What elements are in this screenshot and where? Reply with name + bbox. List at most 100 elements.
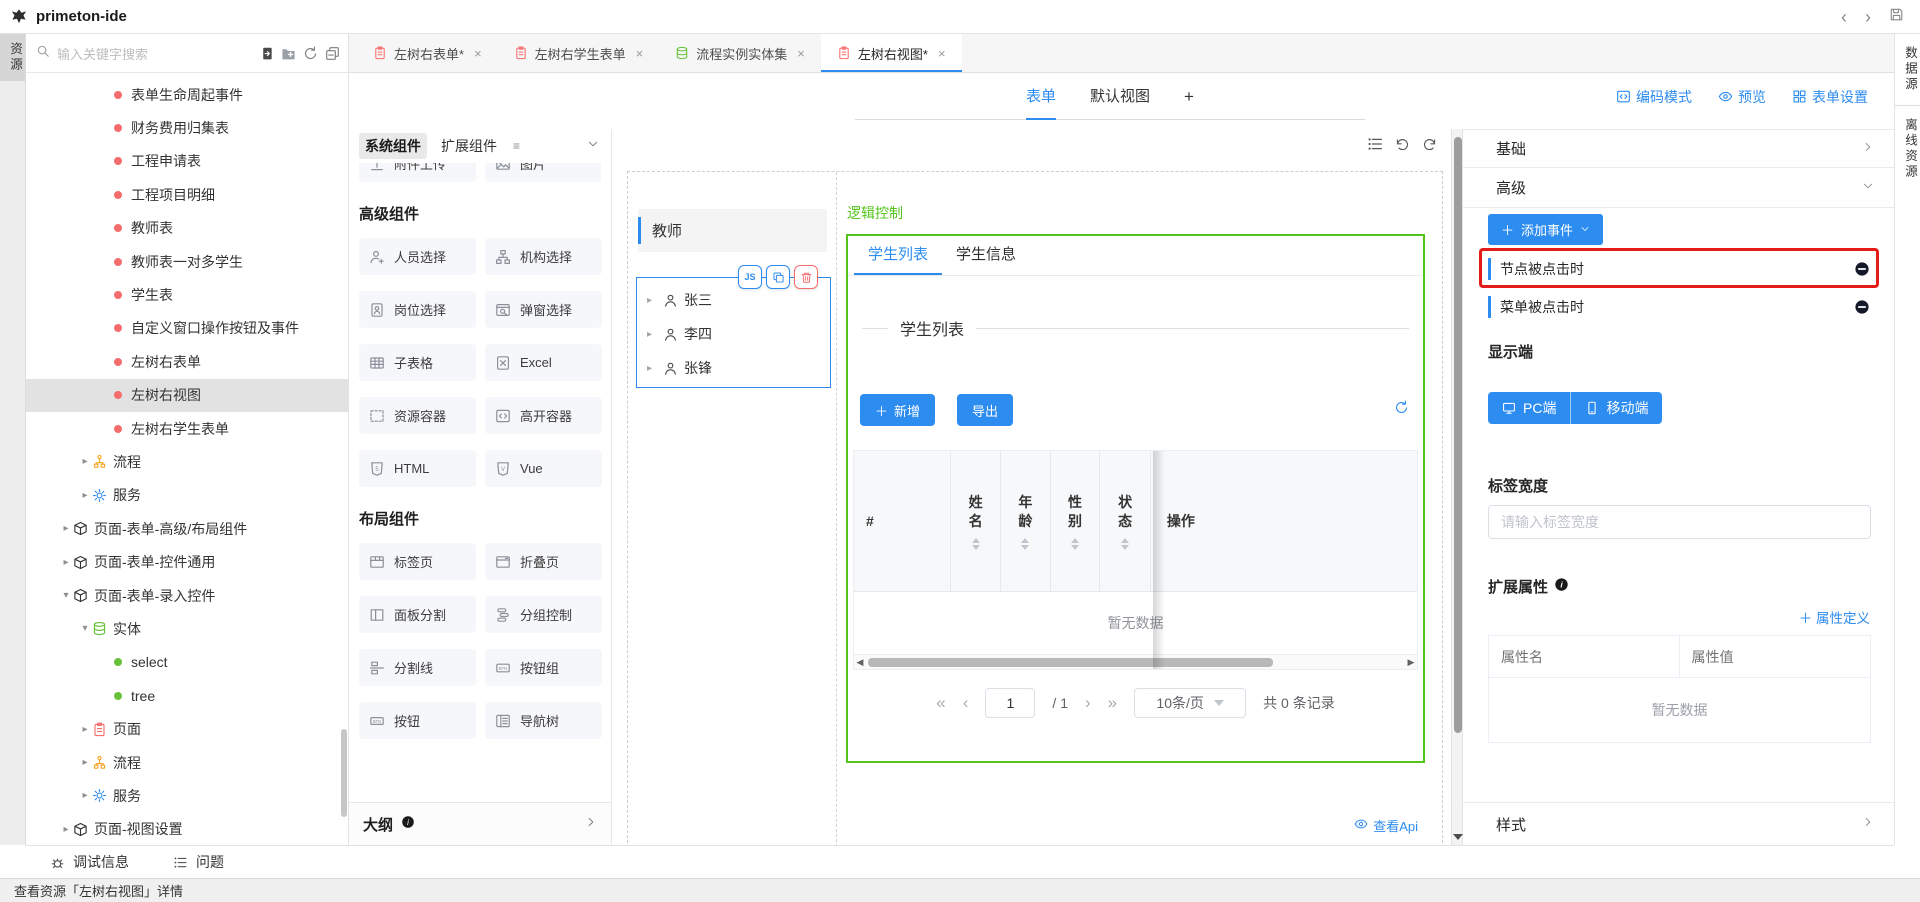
sort-desc-icon[interactable] (1021, 545, 1029, 550)
tree-caret-icon[interactable]: ▸ (78, 790, 92, 801)
tree-caret-icon[interactable]: ▾ (78, 623, 92, 634)
toolbar-link-预览[interactable]: 预览 (1718, 87, 1766, 107)
add-event-button[interactable]: ＋添加事件 (1488, 214, 1603, 245)
tree-caret-icon[interactable]: ▸ (59, 824, 73, 835)
rail-item-数据源[interactable]: 数据源 (1895, 34, 1920, 105)
palette-item-Vue[interactable]: VVue (485, 450, 602, 487)
palette-item-图片[interactable]: 图片 (485, 163, 601, 182)
bottom-tab-问题[interactable]: 问题 (173, 852, 224, 872)
vscroll-thumb[interactable] (1454, 137, 1462, 733)
palette-item-人员选择[interactable]: 人员选择 (359, 238, 476, 275)
section-advanced[interactable]: 高级 (1463, 168, 1894, 208)
sort-asc-icon[interactable] (1121, 538, 1129, 543)
sort-icons[interactable] (972, 538, 980, 550)
rail-item-离线资源[interactable]: 离线资源 (1895, 105, 1920, 192)
scroll-right-arrow[interactable]: ▶ (1405, 655, 1417, 669)
nav-forward-button[interactable]: › (1865, 8, 1871, 26)
page-next-button[interactable]: › (1085, 693, 1091, 713)
palette-item-分组控制[interactable]: 分组控制 (485, 596, 602, 633)
tree-caret-icon[interactable]: ▸ (78, 757, 92, 768)
js-event-button[interactable]: JS (738, 265, 762, 289)
palette-item-弹窗选择[interactable]: 弹窗选择 (485, 291, 602, 328)
outline-icon[interactable] (1367, 136, 1383, 152)
editor-tab-左树右视图*[interactable]: 左树右视图*× (821, 34, 962, 72)
palette-item-标签页[interactable]: 标签页 (359, 543, 476, 580)
display-option-PC端[interactable]: PC端 (1488, 392, 1571, 424)
minus-circle-icon[interactable] (1854, 261, 1870, 277)
tree-item-左树右学生表单[interactable]: 左树右学生表单 (26, 412, 348, 445)
view-tab-表单[interactable]: 表单 (1026, 73, 1056, 120)
add-property-link[interactable]: ＋ 属性定义 (1799, 607, 1870, 627)
tree-caret-icon[interactable]: ▸ (647, 329, 661, 340)
palette-item-面板分割[interactable]: 面板分割 (359, 596, 476, 633)
sort-icons[interactable] (1071, 538, 1079, 550)
save-button[interactable] (1889, 7, 1904, 27)
palette-item-导航树[interactable]: 导航树 (485, 702, 602, 739)
form-container[interactable]: 教师 JS ▸张三▸李四▸张锋 逻辑控制 学生列表学生信息 学生列表 ＋新增 (627, 171, 1443, 845)
save-icon[interactable] (1889, 7, 1904, 22)
tree-caret-icon[interactable]: ▾ (59, 590, 73, 601)
tree-item-页面-表单-高级/布局组件[interactable]: ▸页面-表单-高级/布局组件 (26, 512, 348, 545)
palette-item-Excel[interactable]: Excel (485, 344, 602, 381)
sort-asc-icon[interactable] (1071, 538, 1079, 543)
sidebar-scrollbar[interactable] (341, 729, 347, 817)
teacher-tree-widget[interactable]: JS ▸张三▸李四▸张锋 (636, 277, 831, 388)
tree-caret-icon[interactable]: ▸ (59, 557, 73, 568)
tree-item-服务[interactable]: ▸服务 (26, 479, 348, 512)
page-number-input[interactable]: 1 (985, 688, 1035, 718)
sort-desc-icon[interactable] (972, 545, 980, 550)
page-prev-button[interactable]: ‹ (963, 693, 969, 713)
tree-title-block[interactable]: 教师 (638, 209, 827, 252)
reload-icon[interactable] (1394, 400, 1409, 420)
editor-tab-流程实例实体集[interactable]: 流程实例实体集× (659, 34, 821, 72)
tree-item-左树右表单[interactable]: 左树右表单 (26, 345, 348, 378)
tab-close-icon[interactable]: × (938, 46, 946, 61)
refresh-icon[interactable] (303, 46, 318, 61)
sort-desc-icon[interactable] (1071, 545, 1079, 550)
tree-item-页面-表单-录入控件[interactable]: ▾页面-表单-录入控件 (26, 579, 348, 612)
canvas-tree-node-李四[interactable]: ▸李四 (637, 317, 830, 351)
tree-item-左树右视图[interactable]: 左树右视图 (26, 379, 348, 412)
add-row-button[interactable]: ＋新增 (860, 394, 935, 426)
logic-control-widget[interactable]: 学生列表学生信息 学生列表 ＋新增 导出 #姓名年龄性别状态操作 暂无数据 (846, 234, 1425, 763)
palette-item-折叠页[interactable]: 折叠页 (485, 543, 602, 580)
tree-item-教师表一对多学生[interactable]: 教师表一对多学生 (26, 245, 348, 278)
event-item-菜单被点击时[interactable]: 菜单被点击时 (1488, 292, 1878, 322)
tree-caret-icon[interactable]: ▸ (78, 456, 92, 467)
label-width-input[interactable] (1488, 505, 1871, 539)
search-input[interactable]: 输入关键字搜索 (57, 44, 259, 63)
copy-button[interactable] (766, 265, 790, 289)
scroll-left-arrow[interactable]: ◀ (854, 655, 866, 669)
scroll-down-arrow[interactable] (1453, 834, 1463, 840)
tree-caret-icon[interactable]: ▸ (647, 363, 661, 374)
tab-close-icon[interactable]: × (474, 46, 482, 61)
palette-item-HTML[interactable]: 5HTML (359, 450, 476, 487)
canvas-tree-node-张锋[interactable]: ▸张锋 (637, 351, 830, 385)
editor-tab-左树右表单*[interactable]: 左树右表单*× (357, 34, 498, 72)
tree-item-实体[interactable]: ▾实体 (26, 612, 348, 645)
view-tab-默认视图[interactable]: 默认视图 (1090, 73, 1150, 120)
tree-item-财务费用归集表[interactable]: 财务费用归集表 (26, 111, 348, 144)
section-basic[interactable]: 基础 (1463, 129, 1894, 168)
tree-item-流程[interactable]: ▸流程 (26, 746, 348, 779)
palette-item-资源容器[interactable]: 资源容器 (359, 397, 476, 434)
palette-item-高开容器[interactable]: 高开容器 (485, 397, 602, 434)
sort-asc-icon[interactable] (1021, 538, 1029, 543)
tree-item-工程项目明细[interactable]: 工程项目明细 (26, 178, 348, 211)
sort-asc-icon[interactable] (972, 538, 980, 543)
palette-item-子表格[interactable]: 子表格 (359, 344, 476, 381)
tree-item-工程申请表[interactable]: 工程申请表 (26, 145, 348, 178)
tree-item-教师表[interactable]: 教师表 (26, 212, 348, 245)
page-first-button[interactable]: « (936, 693, 945, 713)
minus-circle-icon[interactable] (1854, 299, 1870, 315)
view-api-link[interactable]: 查看Api (1354, 816, 1418, 835)
tree-caret-icon[interactable]: ▸ (59, 523, 73, 534)
tree-item-页面-视图设置[interactable]: ▸页面-视图设置 (26, 813, 348, 845)
event-item-节点被点击时[interactable]: 节点被点击时 (1488, 254, 1878, 284)
bottom-tab-调试信息[interactable]: 调试信息 (50, 852, 129, 872)
chevron-right-icon[interactable] (585, 815, 597, 833)
palette-item-附件上传[interactable]: 附件上传 (359, 163, 476, 182)
tree-caret-icon[interactable]: ▸ (78, 490, 92, 501)
tree-item-tree[interactable]: tree (26, 679, 348, 712)
outline-panel-header[interactable]: 大纲 i (349, 802, 611, 845)
